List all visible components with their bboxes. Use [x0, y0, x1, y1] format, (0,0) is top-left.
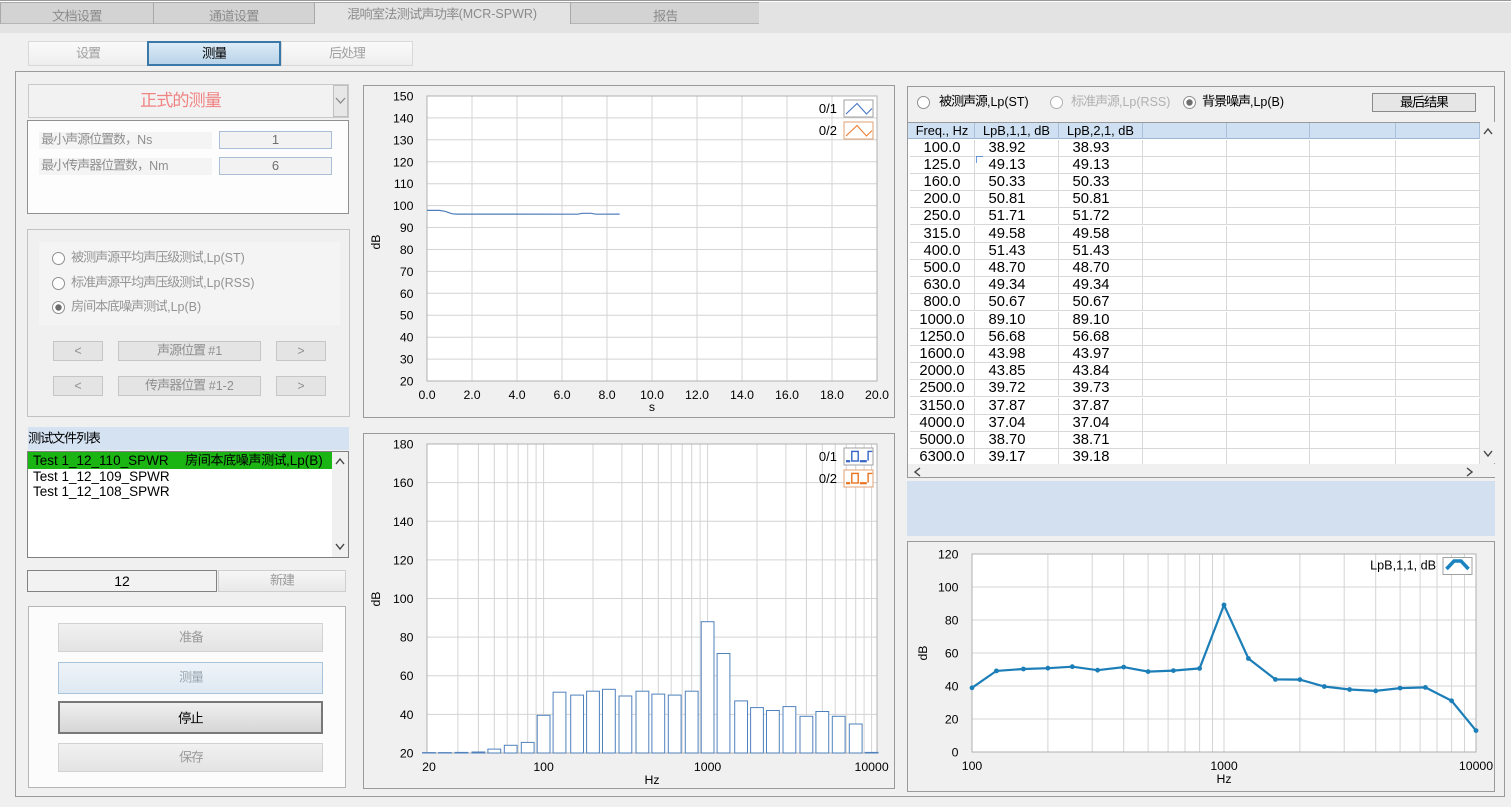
- svg-text:Hz: Hz: [644, 773, 659, 787]
- svg-text:14.0: 14.0: [730, 388, 754, 402]
- svg-text:50: 50: [400, 309, 414, 323]
- svg-text:0/1: 0/1: [819, 449, 837, 464]
- svg-text:100: 100: [938, 581, 959, 595]
- svg-text:10000: 10000: [1459, 759, 1493, 773]
- svg-text:70: 70: [400, 265, 414, 279]
- svg-text:100: 100: [393, 592, 414, 606]
- svg-text:0/2: 0/2: [819, 471, 837, 486]
- svg-text:8.0: 8.0: [598, 388, 615, 402]
- svg-text:10000: 10000: [854, 760, 888, 774]
- svg-text:1000: 1000: [1210, 759, 1238, 773]
- svg-text:120: 120: [393, 155, 414, 169]
- svg-text:20: 20: [945, 713, 959, 727]
- svg-text:2.0: 2.0: [463, 388, 480, 402]
- svg-text:150: 150: [393, 90, 414, 104]
- svg-text:120: 120: [938, 548, 959, 562]
- svg-text:0/2: 0/2: [819, 123, 837, 138]
- svg-text:dB: dB: [369, 591, 383, 606]
- svg-text:100: 100: [533, 760, 554, 774]
- svg-text:s: s: [649, 400, 655, 414]
- svg-text:80: 80: [400, 243, 414, 257]
- svg-text:60: 60: [400, 287, 414, 301]
- svg-text:20.0: 20.0: [865, 388, 889, 402]
- svg-text:40: 40: [400, 708, 414, 722]
- svg-text:100: 100: [962, 759, 983, 773]
- svg-text:18.0: 18.0: [820, 388, 844, 402]
- svg-text:20: 20: [400, 375, 414, 389]
- svg-text:110: 110: [394, 177, 414, 191]
- svg-text:dB: dB: [916, 645, 930, 660]
- svg-text:100: 100: [393, 199, 414, 213]
- svg-text:40: 40: [400, 331, 414, 345]
- svg-text:180: 180: [393, 438, 414, 452]
- svg-text:6.0: 6.0: [553, 388, 570, 402]
- svg-text:30: 30: [400, 353, 414, 367]
- svg-text:130: 130: [393, 133, 414, 147]
- svg-text:Hz: Hz: [1216, 772, 1231, 786]
- svg-text:80: 80: [400, 631, 414, 645]
- svg-text:0/1: 0/1: [819, 101, 837, 116]
- svg-text:LpB,1,1, dB: LpB,1,1, dB: [1370, 559, 1436, 573]
- svg-text:160: 160: [393, 476, 414, 490]
- svg-text:60: 60: [945, 647, 959, 661]
- svg-text:140: 140: [393, 111, 414, 125]
- svg-text:dB: dB: [369, 234, 383, 249]
- svg-text:40: 40: [945, 680, 959, 694]
- svg-text:60: 60: [400, 669, 414, 683]
- svg-text:0: 0: [952, 746, 959, 760]
- svg-text:4.0: 4.0: [508, 388, 525, 402]
- svg-text:20: 20: [422, 760, 436, 774]
- svg-text:120: 120: [393, 553, 414, 567]
- svg-text:0.0: 0.0: [418, 388, 435, 402]
- svg-text:80: 80: [945, 614, 959, 628]
- svg-text:20: 20: [400, 747, 414, 761]
- svg-text:1000: 1000: [694, 760, 722, 774]
- svg-text:12.0: 12.0: [685, 388, 709, 402]
- svg-text:140: 140: [393, 515, 414, 529]
- svg-text:16.0: 16.0: [775, 388, 799, 402]
- svg-text:90: 90: [400, 221, 414, 235]
